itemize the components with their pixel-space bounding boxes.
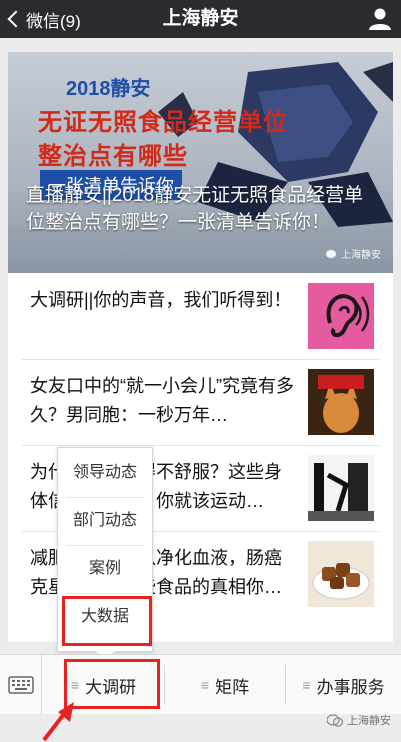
hero-year: 2018静安 bbox=[66, 78, 151, 100]
tab-label: 办事服务 bbox=[316, 677, 385, 697]
person-icon bbox=[369, 8, 391, 30]
hero-title-line2: 整治点有哪些 bbox=[38, 143, 188, 170]
tab-label: 矩阵 bbox=[215, 677, 250, 697]
food-icon bbox=[308, 541, 374, 607]
divider bbox=[22, 445, 379, 446]
keyboard-toggle-button[interactable] bbox=[0, 655, 42, 715]
menu-item-department-news[interactable]: 部门动态 bbox=[58, 498, 152, 544]
hero-watermark: 上海静安 bbox=[326, 246, 381, 261]
hero-watermark-text: 上海静安 bbox=[341, 250, 381, 261]
arrow-pointer-icon bbox=[42, 702, 74, 742]
menu-item-leader-news[interactable]: 领导动态 bbox=[58, 450, 152, 496]
back-label: 微信(9) bbox=[26, 11, 81, 31]
list-item[interactable]: 大调研||你的声音，我们听得到！ bbox=[8, 273, 393, 359]
tab-matrix[interactable]: ≡ 矩阵 bbox=[165, 655, 285, 715]
list-item[interactable]: 女友口中的“就一小会儿”究竟有多久？男同胞：一秒万年… bbox=[8, 359, 393, 445]
profile-button[interactable] bbox=[367, 6, 393, 32]
highlight-box-big-data bbox=[62, 596, 152, 646]
menu-icon: ≡ bbox=[302, 677, 311, 693]
article-title: 女友口中的“就一小会儿”究竟有多久？男同胞：一秒万年… bbox=[30, 376, 294, 425]
cat-icon bbox=[308, 369, 374, 435]
keyboard-icon bbox=[7, 676, 34, 694]
divider bbox=[22, 359, 379, 360]
ear-icon bbox=[308, 283, 374, 349]
top-nav-bar: 微信(9) 上海静安 bbox=[0, 0, 401, 38]
menu-item-cases[interactable]: 案例 bbox=[58, 546, 152, 592]
hero-caption: 直播静安||2018静安无证无照食品经营单位整治点有哪些？一张清单告诉你！ bbox=[26, 185, 364, 233]
menu-icon: ≡ bbox=[200, 677, 210, 693]
chevron-left-icon bbox=[7, 10, 25, 28]
chair-icon bbox=[308, 455, 374, 521]
article-title: 大调研||你的声音，我们听得到！ bbox=[30, 290, 292, 310]
wechat-icon bbox=[326, 249, 336, 258]
hero-article[interactable]: 2018静安 无证无照食品经营单位 整治点有哪些 一张清单告诉你 直播静安||2… bbox=[8, 52, 393, 273]
tab-services[interactable]: ≡ 办事服务 bbox=[286, 655, 401, 715]
wechat-icon bbox=[327, 713, 343, 727]
footer-watermark-text: 上海静安 bbox=[347, 715, 391, 727]
back-button[interactable]: 微信(9) bbox=[4, 6, 81, 32]
hero-title-line1: 无证无照食品经营单位 bbox=[38, 109, 288, 136]
footer-watermark: 上海静安 bbox=[327, 712, 391, 728]
